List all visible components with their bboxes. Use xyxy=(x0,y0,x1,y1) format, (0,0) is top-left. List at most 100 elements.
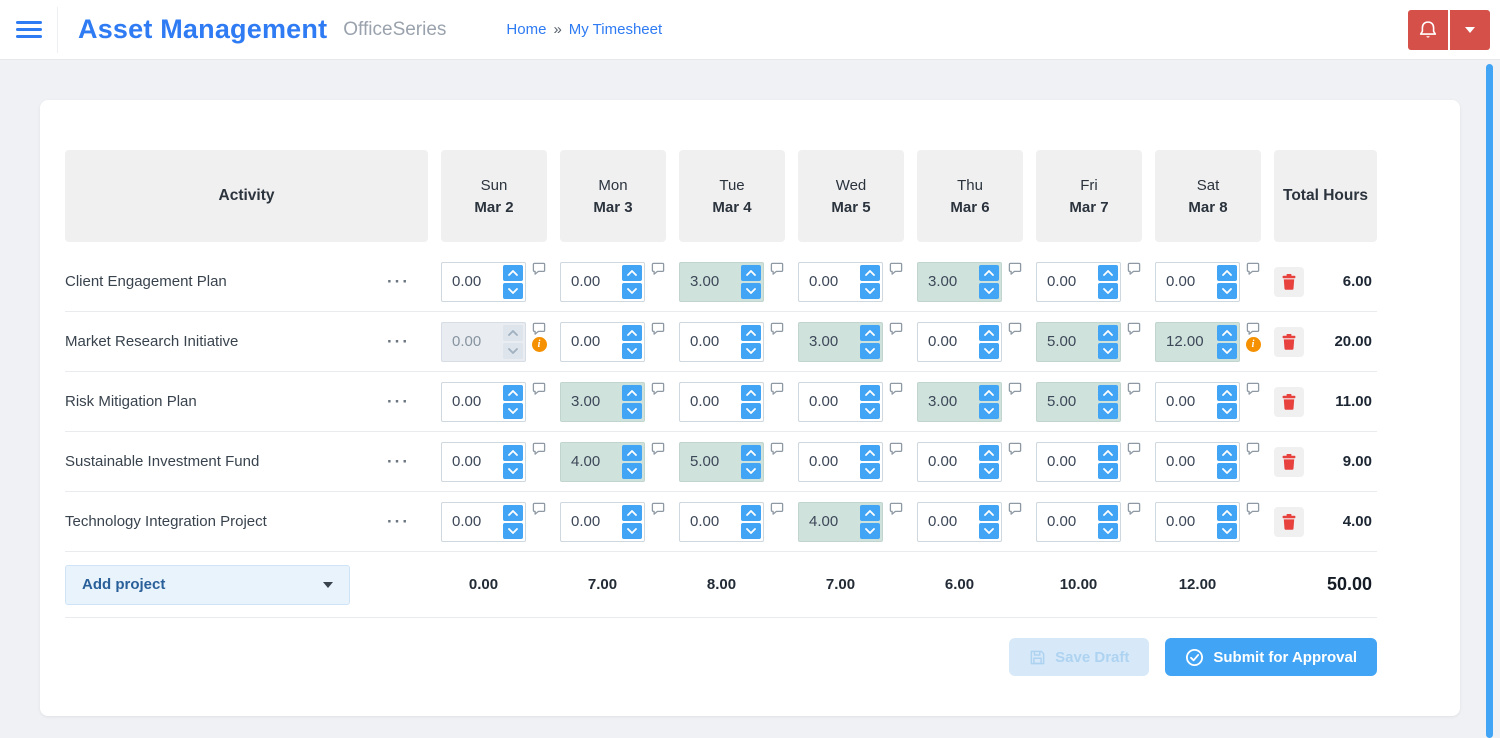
spinner-up-button[interactable] xyxy=(979,384,999,401)
spinner-down-button[interactable] xyxy=(741,282,761,299)
comment-button[interactable] xyxy=(1246,442,1260,455)
comment-button[interactable] xyxy=(1008,502,1022,515)
spinner-up-button[interactable] xyxy=(741,264,761,281)
comment-button[interactable] xyxy=(532,502,546,515)
spinner-down-button[interactable] xyxy=(1098,342,1118,359)
spinner-up-button[interactable] xyxy=(860,504,880,521)
comment-button[interactable] xyxy=(1127,382,1141,395)
spinner-down-button[interactable] xyxy=(622,342,642,359)
spinner-down-button[interactable] xyxy=(1217,462,1237,479)
comment-button[interactable] xyxy=(532,262,546,275)
spinner-down-button[interactable] xyxy=(979,342,999,359)
spinner-up-button[interactable] xyxy=(741,324,761,341)
delete-row-button[interactable] xyxy=(1274,446,1304,477)
comment-button[interactable] xyxy=(1127,502,1141,515)
spinner-down-button[interactable] xyxy=(860,402,880,419)
spinner-down-button[interactable] xyxy=(622,462,642,479)
hours-input[interactable] xyxy=(801,333,860,350)
spinner-down-button[interactable] xyxy=(860,282,880,299)
comment-button[interactable] xyxy=(770,442,784,455)
comment-button[interactable] xyxy=(770,262,784,275)
spinner-down-button[interactable] xyxy=(503,522,523,539)
spinner-up-button[interactable] xyxy=(503,324,523,341)
breadcrumb-home-link[interactable]: Home xyxy=(506,21,546,38)
hours-input[interactable] xyxy=(1039,333,1098,350)
spinner-down-button[interactable] xyxy=(503,282,523,299)
spinner-up-button[interactable] xyxy=(741,384,761,401)
spinner-up-button[interactable] xyxy=(860,264,880,281)
comment-button[interactable] xyxy=(651,322,665,335)
spinner-down-button[interactable] xyxy=(622,402,642,419)
spinner-down-button[interactable] xyxy=(860,462,880,479)
hours-input[interactable] xyxy=(682,453,741,470)
spinner-up-button[interactable] xyxy=(1098,384,1118,401)
spinner-up-button[interactable] xyxy=(979,504,999,521)
delete-row-button[interactable] xyxy=(1274,266,1304,297)
spinner-up-button[interactable] xyxy=(979,444,999,461)
hours-input[interactable] xyxy=(682,393,741,410)
spinner-up-button[interactable] xyxy=(503,384,523,401)
comment-button[interactable] xyxy=(1246,262,1260,275)
row-menu-button[interactable]: ··· xyxy=(383,392,414,412)
comment-button[interactable] xyxy=(1008,262,1022,275)
comment-button[interactable] xyxy=(1008,322,1022,335)
row-menu-button[interactable]: ··· xyxy=(383,452,414,472)
comment-button[interactable] xyxy=(1246,502,1260,515)
spinner-up-button[interactable] xyxy=(622,384,642,401)
spinner-up-button[interactable] xyxy=(1098,504,1118,521)
hours-input[interactable] xyxy=(563,333,622,350)
spinner-down-button[interactable] xyxy=(741,522,761,539)
comment-button[interactable] xyxy=(889,382,903,395)
hours-input[interactable] xyxy=(920,393,979,410)
spinner-up-button[interactable] xyxy=(979,324,999,341)
spinner-down-button[interactable] xyxy=(1098,462,1118,479)
spinner-up-button[interactable] xyxy=(1217,384,1237,401)
hours-input[interactable] xyxy=(563,273,622,290)
hours-input[interactable] xyxy=(563,453,622,470)
spinner-up-button[interactable] xyxy=(741,504,761,521)
spinner-up-button[interactable] xyxy=(622,504,642,521)
hours-input[interactable] xyxy=(801,273,860,290)
spinner-down-button[interactable] xyxy=(979,402,999,419)
spinner-up-button[interactable] xyxy=(622,324,642,341)
spinner-up-button[interactable] xyxy=(503,264,523,281)
hours-input[interactable] xyxy=(1158,393,1217,410)
delete-row-button[interactable] xyxy=(1274,506,1304,537)
spinner-up-button[interactable] xyxy=(503,504,523,521)
hours-input[interactable] xyxy=(444,393,503,410)
spinner-down-button[interactable] xyxy=(1217,342,1237,359)
spinner-down-button[interactable] xyxy=(741,342,761,359)
hours-input[interactable] xyxy=(1039,273,1098,290)
hours-input[interactable] xyxy=(920,513,979,530)
hours-input[interactable] xyxy=(682,513,741,530)
hours-input[interactable] xyxy=(682,333,741,350)
spinner-down-button[interactable] xyxy=(1098,402,1118,419)
spinner-up-button[interactable] xyxy=(503,444,523,461)
spinner-up-button[interactable] xyxy=(860,444,880,461)
spinner-down-button[interactable] xyxy=(860,342,880,359)
comment-button[interactable] xyxy=(651,442,665,455)
hours-input[interactable] xyxy=(1039,513,1098,530)
comment-button[interactable] xyxy=(651,502,665,515)
comment-button[interactable] xyxy=(770,382,784,395)
spinner-down-button[interactable] xyxy=(979,282,999,299)
spinner-down-button[interactable] xyxy=(1098,282,1118,299)
row-menu-button[interactable]: ··· xyxy=(383,272,414,292)
spinner-up-button[interactable] xyxy=(741,444,761,461)
hours-input[interactable] xyxy=(1039,393,1098,410)
submit-for-approval-button[interactable]: Submit for Approval xyxy=(1165,638,1377,676)
row-menu-button[interactable]: ··· xyxy=(383,332,414,352)
comment-button[interactable] xyxy=(889,322,903,335)
hours-input[interactable] xyxy=(801,393,860,410)
spinner-down-button[interactable] xyxy=(1217,282,1237,299)
comment-button[interactable] xyxy=(1246,382,1260,395)
hours-input[interactable] xyxy=(920,273,979,290)
comment-button[interactable] xyxy=(1127,262,1141,275)
comment-button[interactable] xyxy=(1008,442,1022,455)
comment-button[interactable] xyxy=(889,502,903,515)
spinner-down-button[interactable] xyxy=(979,462,999,479)
vertical-scrollbar[interactable] xyxy=(1486,64,1493,738)
hours-input[interactable] xyxy=(920,333,979,350)
spinner-down-button[interactable] xyxy=(741,402,761,419)
spinner-up-button[interactable] xyxy=(1217,444,1237,461)
